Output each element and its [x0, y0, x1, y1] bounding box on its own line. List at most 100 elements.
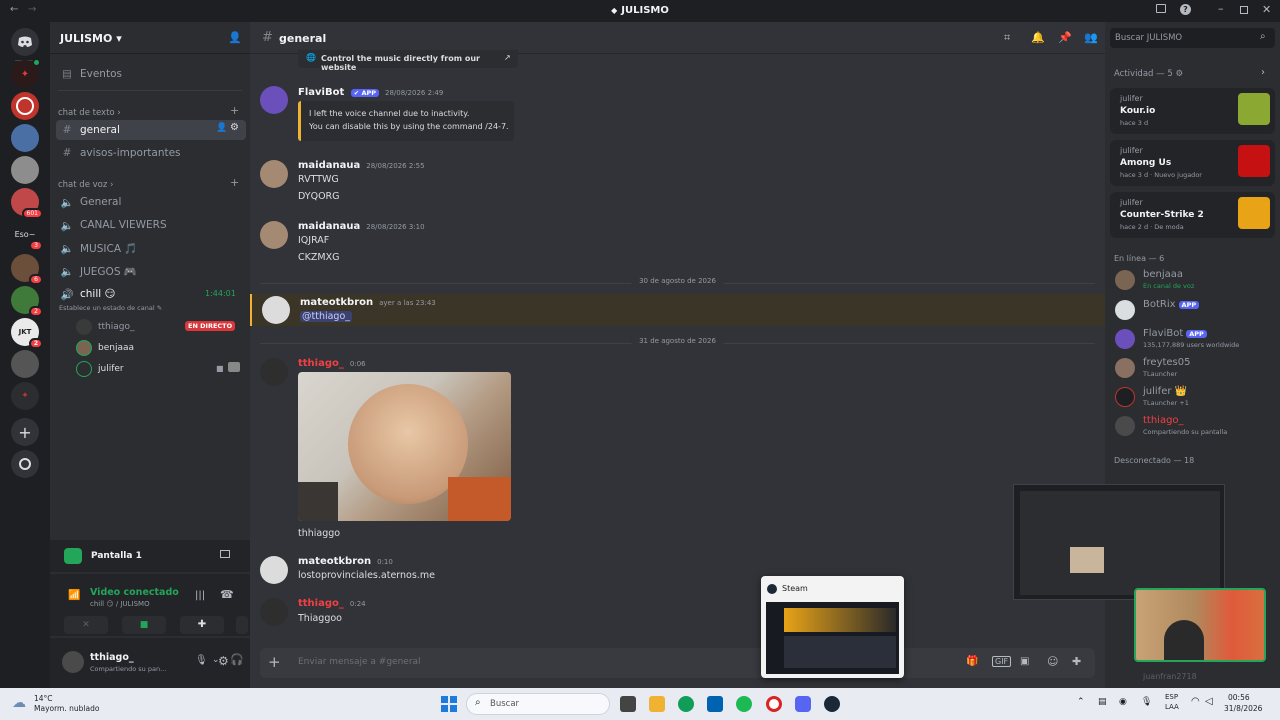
steam-taskbar-preview[interactable]: Steam — [761, 576, 904, 678]
help-icon[interactable]: ? — [1180, 4, 1191, 15]
message-author[interactable]: FlaviBot ✔ APP 28/08/2026 2:49 — [298, 87, 443, 98]
headphones-icon[interactable]: 🎧 — [230, 653, 244, 666]
signal-icon[interactable]: 📶 — [68, 590, 80, 601]
server-icon-5[interactable]: 601 — [11, 188, 43, 219]
spotify-icon[interactable] — [736, 696, 752, 712]
close-icon[interactable]: ✕ — [1262, 3, 1271, 16]
voice-channel-viewers[interactable]: 🔈 CANAL VIEWERS — [56, 215, 246, 235]
activity-card[interactable]: julifer Counter-Strike 2 hace 2 d · De m… — [1110, 192, 1275, 238]
store-icon[interactable] — [707, 696, 723, 712]
server-icon-10[interactable] — [11, 350, 39, 378]
activities-button[interactable]: ✚ — [180, 616, 224, 634]
task-view-icon[interactable] — [620, 696, 636, 712]
avatar[interactable] — [260, 221, 288, 249]
steam-taskbar-icon[interactable] — [824, 696, 840, 712]
avatar[interactable] — [260, 160, 288, 188]
server-julismo-icon[interactable]: ✦ — [11, 58, 41, 88]
language-indicator[interactable]: LAA — [1165, 703, 1179, 711]
avatar[interactable] — [260, 358, 288, 386]
pin-icon[interactable]: 📌 — [1058, 31, 1072, 44]
activity-card[interactable]: julifer Among Us hace 3 d · Nuevo jugado… — [1110, 140, 1275, 186]
gear-icon[interactable]: ⚙ — [230, 122, 239, 133]
gif-icon[interactable]: GIF — [992, 656, 1012, 667]
voice-channel-juegos[interactable]: 🔈 JUEGOS 🎮 — [56, 261, 246, 281]
soundboard-button[interactable] — [236, 616, 248, 634]
weather-desc[interactable]: Mayorm. nublado — [34, 704, 99, 713]
server-icon-9[interactable]: JKT 2 — [11, 318, 43, 349]
tray-icon[interactable]: ▤ — [1098, 697, 1107, 707]
file-explorer-icon[interactable] — [649, 696, 665, 712]
add-attachment-icon[interactable]: + — [268, 653, 281, 671]
message-author[interactable]: tthiago_ 0:06 — [298, 358, 366, 369]
server-icon-11[interactable]: ✦ — [11, 382, 39, 410]
tray-icon[interactable]: ◉ — [1119, 697, 1127, 707]
add-channel-icon[interactable]: + — [230, 176, 239, 189]
voice-user[interactable]: tthiago_ — [76, 318, 135, 336]
events-item[interactable]: ▤ Eventos — [56, 64, 246, 84]
minimize-icon[interactable]: – — [1218, 2, 1224, 15]
member-item[interactable]: BotRix APP — [1113, 296, 1273, 324]
gift-icon[interactable]: 🎁 — [966, 656, 978, 667]
offline-member[interactable]: juanfran2718 — [1143, 672, 1197, 681]
search-box[interactable]: Buscar JULISMO ⌕ — [1110, 28, 1275, 48]
voice-channel-general[interactable]: 🔈 General — [56, 192, 246, 212]
add-server-icon[interactable]: + — [11, 418, 39, 446]
member-item[interactable]: tthiago_ Compartiendo su pantalla — [1113, 412, 1273, 440]
member-item[interactable]: julifer 👑 TLauncher +1 — [1113, 383, 1273, 411]
wifi-icon[interactable]: ◠ — [1191, 696, 1200, 707]
explore-compass-icon[interactable] — [11, 450, 39, 478]
avatar[interactable] — [262, 296, 290, 324]
chevron-up-icon[interactable]: ⌃ — [1077, 697, 1085, 707]
weather-icon[interactable]: ☁ — [12, 695, 26, 711]
channel-avisos[interactable]: # avisos-importantes — [56, 143, 246, 163]
activity-card[interactable]: julifer Kour.io hace 3 d — [1110, 88, 1275, 134]
volume-icon[interactable]: ◁ — [1205, 696, 1213, 707]
discord-taskbar-icon[interactable] — [795, 696, 811, 712]
channel-status[interactable]: Establece un estado de canal ✎ — [59, 304, 162, 312]
category-voice[interactable]: chat de voz › — [58, 180, 113, 190]
member-list-icon[interactable]: 👥 — [1084, 31, 1098, 44]
webcam-overlay[interactable] — [1134, 588, 1266, 662]
voice-user[interactable]: benjaaa — [76, 339, 134, 357]
message-author[interactable]: tthiago_ 0:24 — [298, 598, 366, 609]
taskbar-search[interactable]: ⌕ Buscar — [466, 693, 610, 715]
voice-status-title[interactable]: Video conectado — [90, 587, 179, 598]
avatar[interactable] — [260, 86, 288, 114]
camera-off-button[interactable]: ✕ — [64, 616, 108, 634]
message-author[interactable]: mateotkbron 0:10 — [298, 556, 393, 567]
server-icon-4[interactable] — [11, 156, 39, 184]
add-channel-icon[interactable]: + — [230, 104, 239, 117]
message-author[interactable]: mateotkbron ayer a las 23:43 — [300, 297, 436, 308]
user-settings-gear-icon[interactable]: ⚙ — [218, 654, 229, 668]
maximize-icon[interactable] — [1240, 6, 1248, 14]
member-item[interactable]: freytes05 TLauncher — [1113, 354, 1273, 382]
popout-icon[interactable] — [220, 550, 230, 558]
voice-status-channel[interactable]: chill 😏 / JULISMO — [90, 600, 150, 608]
screen-share-button[interactable]: ■ — [122, 616, 166, 634]
server-icon-8[interactable]: 2 — [11, 286, 43, 317]
user-name[interactable]: tthiago_ — [90, 652, 134, 663]
category-text[interactable]: chat de texto › — [58, 108, 121, 118]
weather-temp[interactable]: 14°C — [34, 694, 53, 703]
server-icon-7[interactable]: 6 — [11, 254, 43, 285]
server-icon-2[interactable] — [11, 92, 39, 120]
sticker-icon[interactable]: ▣ — [1020, 656, 1029, 667]
user-mention[interactable]: @tthiago_ — [300, 311, 353, 322]
invite-people-icon[interactable]: 👤 — [228, 31, 242, 44]
clock-time[interactable]: 00:56 — [1228, 693, 1250, 702]
microphone-tray-icon[interactable]: 🎙 — [1141, 697, 1152, 707]
channel-general[interactable]: # general 👤 ⚙ — [56, 120, 246, 140]
member-item[interactable]: FlaviBot APP 135,177,889 users worldwide — [1113, 325, 1273, 353]
noise-suppression-icon[interactable]: ||| — [195, 590, 205, 601]
message-input[interactable]: Enviar mensaje a #general — [298, 657, 421, 667]
language-indicator[interactable]: ESP — [1165, 693, 1178, 701]
server-header[interactable]: JULISMO ▾ 👤 — [50, 22, 250, 54]
voice-channel-chill[interactable]: 🔊 chill 😏 1:44:01 — [56, 284, 246, 304]
opera-icon[interactable] — [766, 696, 782, 712]
gif-attachment[interactable] — [298, 372, 511, 521]
voice-channel-musica[interactable]: 🔈 MUSICA 🎵 — [56, 238, 246, 258]
windows-start-icon[interactable] — [441, 696, 457, 712]
avatar[interactable] — [62, 651, 84, 673]
discord-home-icon[interactable] — [11, 28, 39, 56]
stream-preview-icon[interactable] — [228, 362, 240, 372]
